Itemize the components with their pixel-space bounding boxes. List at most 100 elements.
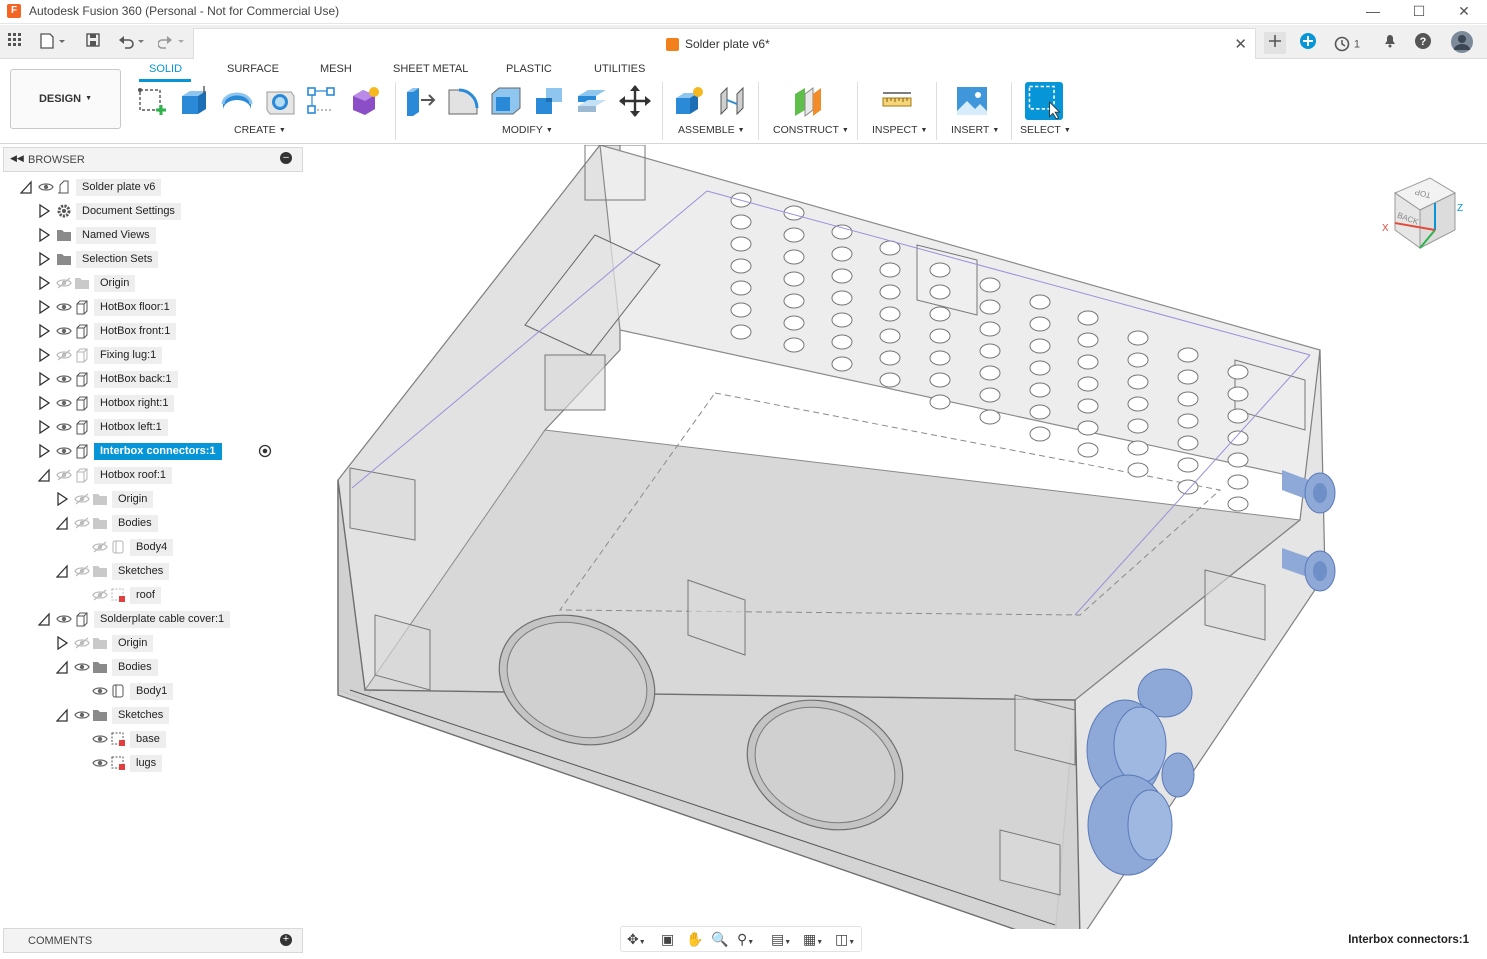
- measure-icon[interactable]: [880, 84, 914, 118]
- browser-node-label[interactable]: Solder plate v6: [76, 179, 162, 196]
- browser-panel-header[interactable]: ◀◀ BROWSER –: [3, 147, 303, 172]
- browser-node[interactable]: Hotbox left:1: [36, 416, 300, 438]
- hidden-eye-icon[interactable]: [74, 491, 90, 507]
- rectangular-pattern-icon[interactable]: [305, 84, 339, 118]
- browser-node[interactable]: Solderplate cable cover:1: [36, 608, 300, 630]
- help-icon[interactable]: ?: [1412, 32, 1434, 54]
- workspace-switcher-button[interactable]: DESIGN ▼: [10, 69, 121, 129]
- visibility-eye-icon[interactable]: [92, 683, 108, 699]
- browser-node-label[interactable]: Sketches: [112, 563, 170, 580]
- browser-node[interactable]: Sketches: [54, 704, 300, 726]
- browser-node-label[interactable]: Origin: [94, 275, 136, 292]
- inspect-group-label[interactable]: INSPECT ▼: [872, 124, 927, 136]
- browser-node-label[interactable]: Hotbox left:1: [94, 419, 168, 436]
- view-cube[interactable]: TOP BACK X Z: [1375, 168, 1467, 260]
- collapse-browser-icon[interactable]: ◀◀: [10, 153, 24, 164]
- offset-plane-icon[interactable]: [791, 84, 825, 118]
- browser-node-label[interactable]: base: [130, 731, 166, 748]
- tab-surface[interactable]: SURFACE: [227, 63, 279, 75]
- browser-node[interactable]: Body1: [72, 680, 300, 702]
- tab-mesh[interactable]: MESH: [320, 63, 352, 75]
- pan-hand-icon[interactable]: ✋: [686, 931, 703, 948]
- save-icon[interactable]: [86, 33, 100, 51]
- visibility-eye-icon[interactable]: [56, 611, 72, 627]
- browser-node-label[interactable]: Sketches: [112, 707, 170, 724]
- visibility-eye-icon[interactable]: [56, 323, 72, 339]
- model-render[interactable]: [305, 144, 1487, 946]
- browser-node[interactable]: Bodies: [54, 512, 300, 534]
- visibility-eye-icon[interactable]: [56, 371, 72, 387]
- browser-node-label[interactable]: Body1: [130, 683, 174, 700]
- fit-zoom-window-icon[interactable]: ⚲▼: [737, 931, 754, 948]
- expand-node-icon[interactable]: [38, 443, 51, 459]
- press-pull-icon[interactable]: [403, 84, 437, 118]
- browser-node-label[interactable]: Solderplate cable cover:1: [94, 611, 231, 628]
- browser-node[interactable]: Hotbox roof:1: [36, 464, 300, 486]
- browser-node[interactable]: roof: [72, 584, 300, 606]
- collapse-node-icon[interactable]: [19, 180, 32, 194]
- shell-icon[interactable]: [489, 84, 523, 118]
- browser-node[interactable]: Body4: [72, 536, 300, 558]
- hidden-eye-icon[interactable]: [74, 635, 90, 651]
- joint-icon[interactable]: [715, 84, 749, 118]
- browser-node[interactable]: Solder plate v6: [18, 176, 300, 198]
- browser-node-label[interactable]: HotBox back:1: [94, 371, 178, 388]
- comments-panel-header[interactable]: COMMENTS +: [3, 928, 303, 953]
- minimize-browser-icon[interactable]: –: [280, 152, 292, 164]
- fillet-icon[interactable]: [446, 84, 480, 118]
- tab-plastic[interactable]: PLASTIC: [506, 63, 552, 75]
- activate-component-icon[interactable]: [258, 444, 272, 458]
- 3d-viewport[interactable]: [305, 144, 1487, 946]
- hidden-eye-icon[interactable]: [74, 515, 90, 531]
- visibility-eye-icon[interactable]: [74, 707, 90, 723]
- select-tool-icon[interactable]: [1025, 82, 1063, 120]
- hidden-eye-icon[interactable]: [56, 347, 72, 363]
- browser-node[interactable]: HotBox floor:1: [36, 296, 300, 318]
- collapse-node-icon[interactable]: [55, 564, 68, 578]
- expand-node-icon[interactable]: [56, 635, 69, 651]
- browser-node-label[interactable]: Named Views: [76, 227, 156, 244]
- extensions-icon[interactable]: [1297, 32, 1319, 54]
- modify-group-label[interactable]: MODIFY ▼: [502, 124, 553, 136]
- browser-node-label[interactable]: Hotbox right:1: [94, 395, 175, 412]
- hole-tool-icon[interactable]: [263, 84, 297, 118]
- browser-node-label[interactable]: Body4: [130, 539, 174, 556]
- browser-node[interactable]: HotBox back:1: [36, 368, 300, 390]
- look-at-icon[interactable]: ▣: [661, 931, 674, 948]
- expand-node-icon[interactable]: [38, 371, 51, 387]
- browser-node[interactable]: Interbox connectors:1: [36, 440, 300, 462]
- insert-group-label[interactable]: INSERT ▼: [951, 124, 999, 136]
- browser-node-label[interactable]: Hotbox roof:1: [94, 467, 173, 484]
- browser-node[interactable]: Fixing lug:1: [36, 344, 300, 366]
- collapse-node-icon[interactable]: [55, 708, 68, 722]
- user-avatar[interactable]: [1450, 30, 1474, 54]
- file-menu-icon[interactable]: [40, 33, 66, 51]
- viewports-icon[interactable]: ◫▼: [835, 931, 855, 948]
- collapse-node-icon[interactable]: [37, 612, 50, 626]
- expand-node-icon[interactable]: [38, 395, 51, 411]
- revolve-tool-icon[interactable]: [220, 84, 254, 118]
- assemble-group-label[interactable]: ASSEMBLE ▼: [678, 124, 745, 136]
- visibility-eye-icon[interactable]: [92, 755, 108, 771]
- browser-node[interactable]: Selection Sets: [36, 248, 300, 270]
- browser-node-label[interactable]: Fixing lug:1: [94, 347, 163, 364]
- hidden-eye-icon[interactable]: [56, 467, 72, 483]
- select-group-label[interactable]: SELECT ▼: [1020, 124, 1071, 136]
- visibility-eye-icon[interactable]: [74, 659, 90, 675]
- browser-node-label[interactable]: Selection Sets: [76, 251, 159, 268]
- add-comment-icon[interactable]: +: [280, 934, 292, 946]
- collapse-node-icon[interactable]: [37, 468, 50, 482]
- expand-node-icon[interactable]: [38, 227, 51, 243]
- expand-node-icon[interactable]: [38, 419, 51, 435]
- data-panel-grid-icon[interactable]: [8, 33, 22, 51]
- browser-node-label[interactable]: Document Settings: [76, 203, 181, 220]
- hidden-eye-icon[interactable]: [56, 275, 72, 291]
- expand-node-icon[interactable]: [38, 323, 51, 339]
- visibility-eye-icon[interactable]: [56, 299, 72, 315]
- offset-face-icon[interactable]: [575, 84, 609, 118]
- close-tab-icon[interactable]: ✕: [1234, 35, 1247, 53]
- browser-node-label[interactable]: Origin: [112, 635, 154, 652]
- browser-node[interactable]: Bodies: [54, 656, 300, 678]
- browser-node-label[interactable]: roof: [130, 587, 161, 604]
- browser-node-label[interactable]: lugs: [130, 755, 163, 772]
